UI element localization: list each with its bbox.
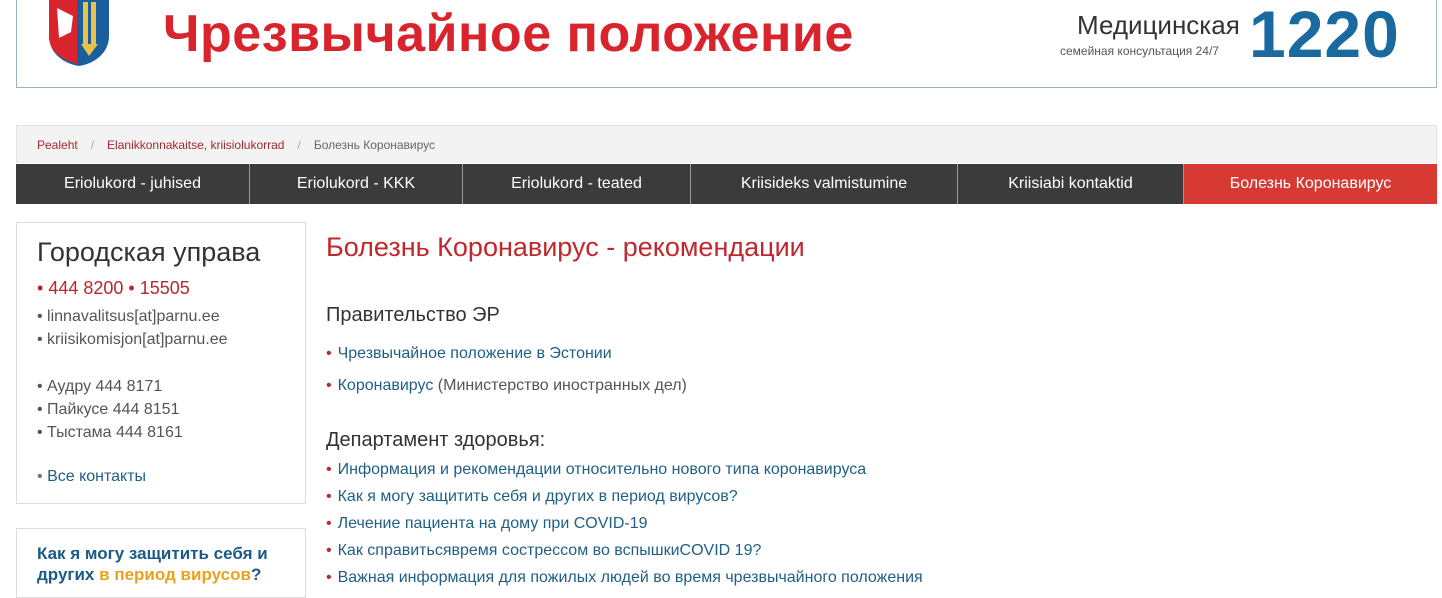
- health-link[interactable]: Информация и рекомендации относительно н…: [338, 461, 867, 478]
- main-content: Болезнь Коронавирус - рекомендации Прави…: [326, 232, 1426, 586]
- list-item: • Информация и рекомендации относительно …: [326, 461, 866, 479]
- medical-line-label: Медицинская: [1077, 10, 1240, 40]
- sidebar-phones: • 444 8200 • 15505: [37, 278, 305, 299]
- breadcrumb-home-link[interactable]: Pealeht: [37, 138, 78, 152]
- bullet-icon: •: [326, 461, 332, 478]
- sidebar-title: Городская управа: [37, 237, 261, 267]
- government-heading: Правительство ЭР: [326, 304, 500, 326]
- list-item: • Важная информация для пожилых людей во …: [326, 569, 923, 587]
- nav-item-eriolukord-kkk[interactable]: Eriolukord - KKK: [250, 164, 463, 204]
- medical-line-subtitle: семейная консультация 24/7: [1060, 44, 1219, 58]
- phone-hotline[interactable]: 15505: [140, 278, 190, 298]
- page-title: Болезнь Коронавирус - рекомендации: [326, 232, 805, 262]
- all-contacts-link[interactable]: • Все контакты: [37, 468, 305, 486]
- health-link[interactable]: Как я могу защитить себя и других в пери…: [338, 488, 738, 505]
- health-link[interactable]: Лечение пациента на дому при COVID-19: [338, 515, 648, 532]
- coronavirus-mfa-link[interactable]: Коронавирус: [338, 377, 434, 394]
- breadcrumb-civil-protection-link[interactable]: Elanikkonnakaitse, kriisiolukorrad: [107, 138, 284, 152]
- nav-item-eriolukord-teated[interactable]: Eriolukord - teated: [463, 164, 691, 204]
- contact-item-tostamaa: • Тыстама 444 8161: [37, 424, 183, 441]
- bullet-icon: •: [326, 345, 332, 362]
- nav-item-eriolukord-juhised[interactable]: Eriolukord - juhised: [16, 164, 250, 204]
- breadcrumb-separator: /: [297, 137, 301, 152]
- medical-line-number: 1220: [1249, 0, 1400, 71]
- emergency-estonia-link[interactable]: Чрезвычайное положение в Эстонии: [338, 345, 612, 362]
- bullet-icon: •: [37, 278, 44, 298]
- bullet-icon: •: [326, 515, 332, 532]
- main-nav: Eriolukord - juhised Eriolukord - KKK Er…: [16, 164, 1437, 204]
- list-item: • Чрезвычайное положение в Эстонии: [326, 345, 612, 363]
- breadcrumb-separator: /: [90, 137, 95, 152]
- bullet-icon: •: [326, 377, 332, 394]
- promo-text: Как я могу защитить себя и других в пери…: [37, 544, 268, 584]
- nav-item-kriisideks-valmistumine[interactable]: Kriisideks valmistumine: [691, 164, 958, 204]
- header-banner: Чрезвычайное положение Медицинская семей…: [16, 0, 1437, 88]
- contact-item-audru: • Аудру 444 8171: [37, 378, 163, 395]
- list-item: • Как я могу защитить себя и других в пер…: [326, 488, 738, 506]
- city-government-contacts: Городская управа • 444 8200 • 15505 • li…: [16, 222, 306, 504]
- banner-title: Чрезвычайное положение: [163, 5, 854, 63]
- contact-item-paikuse: • Пайкусе 444 8151: [37, 401, 180, 418]
- link-note: (Министерство иностранных дел): [437, 377, 687, 394]
- nav-item-kriisiabi-kontaktid[interactable]: Kriisiabi kontaktid: [958, 164, 1184, 204]
- breadcrumb-current: Болезнь Коронавирус: [313, 137, 436, 152]
- bullet-icon: •: [326, 542, 332, 559]
- email-item[interactable]: • kriisikomisjon[at]parnu.ee: [37, 328, 305, 351]
- nav-item-coronavirus[interactable]: Болезнь Коронавирус: [1184, 164, 1437, 204]
- health-board-heading: Департамент здоровья:: [326, 429, 546, 451]
- health-link[interactable]: Как справитьсявремя сострессом во вспышк…: [338, 542, 762, 559]
- breadcrumb: Pealeht / Elanikkonnakaitse, kriisioluko…: [16, 125, 1437, 163]
- bullet-icon: •: [326, 488, 332, 505]
- protect-yourself-promo[interactable]: Как я могу защитить себя и других в пери…: [16, 528, 306, 598]
- phone-main[interactable]: 444 8200: [48, 278, 123, 298]
- list-item: • Лечение пациента на дому при COVID-19: [326, 515, 648, 533]
- city-crest-logo[interactable]: [47, 0, 111, 66]
- list-item: • Коронавирус (Министерство иностранных д…: [326, 377, 687, 395]
- bullet-icon: •: [326, 569, 332, 586]
- health-link[interactable]: Важная информация для пожилых людей во в…: [338, 569, 923, 586]
- email-item[interactable]: • linnavalitsus[at]parnu.ee: [37, 305, 305, 328]
- bullet-icon: •: [128, 278, 135, 298]
- list-item: • Как справитьсявремя сострессом во вспыш…: [326, 542, 761, 560]
